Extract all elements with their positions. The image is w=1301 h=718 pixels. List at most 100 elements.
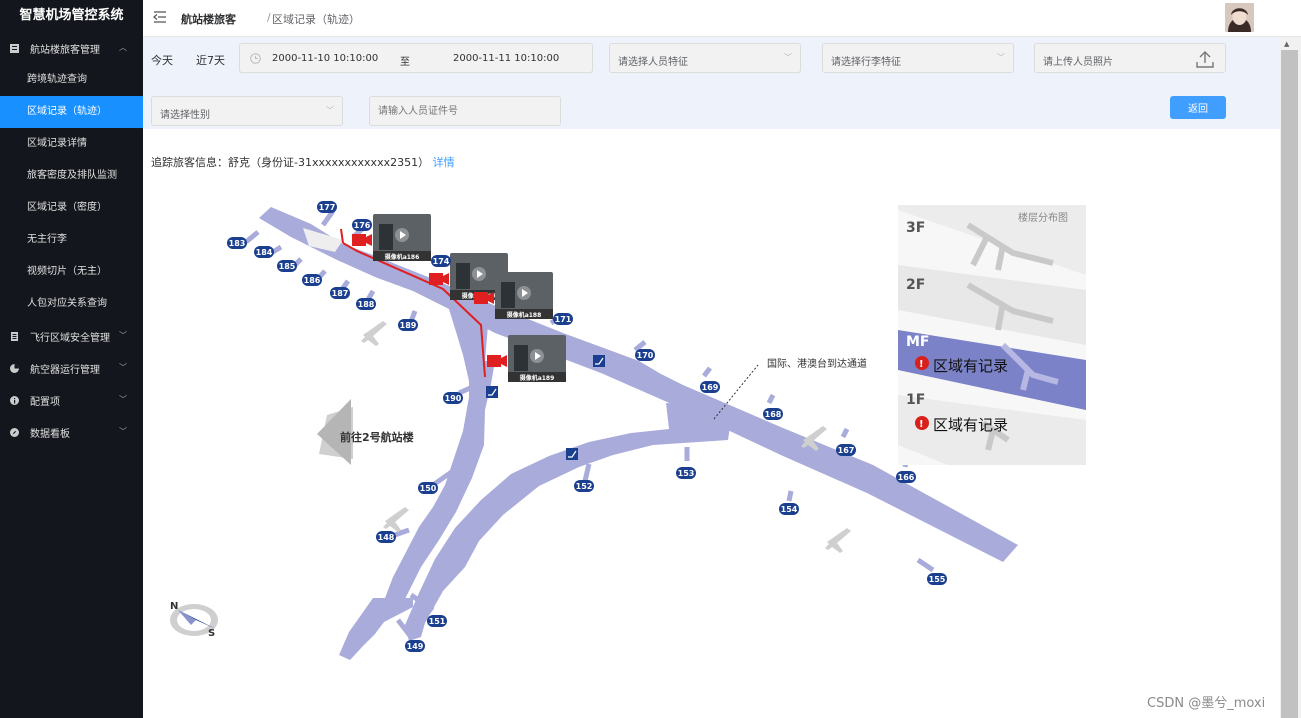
channel-label: 国际、港澳台到达通道 [767, 357, 867, 370]
floor-panel: 楼层分布图 3F 2F MF 1F ! 区域有记录 ! 区域有记录 [898, 205, 1086, 465]
sidebar: 智慧机场管控系统 航站楼旅客管理 ︿ 跨境轨迹查询 区域记录（轨迹） 区域记录详… [0, 0, 143, 718]
gate-badge: 154 [779, 503, 799, 515]
menu-group-aircraft[interactable]: 航空器运行管理 ﹀ [0, 352, 143, 384]
gate-badge: 174 [431, 255, 451, 267]
select-value: 请选择性别 [160, 110, 210, 121]
floor-1f: 1F [906, 392, 925, 408]
quick-7days[interactable]: 近7天 [196, 52, 225, 68]
gate-badge: 153 [676, 467, 696, 479]
gate-badge: 171 [553, 313, 573, 325]
gate-number: 187 [332, 289, 349, 298]
floor-mf: MF [906, 334, 930, 350]
menu-fold-icon[interactable] [153, 10, 167, 24]
escalator-icon [486, 386, 498, 398]
menu-group-terminal[interactable]: 航站楼旅客管理 ︿ [0, 32, 143, 64]
detail-link[interactable]: 详情 [433, 156, 455, 169]
gate-badge: 155 [927, 573, 947, 585]
breadcrumb-current: 区域记录（轨迹） [272, 13, 360, 26]
menu-item-person-luggage[interactable]: 人包对应关系查询 [0, 288, 143, 320]
gate-number: 167 [838, 446, 855, 455]
chevron-down-icon: ﹀ [119, 363, 127, 372]
date-end: 2000-11-11 10:10:00 [453, 53, 560, 64]
gate-badge: 176 [352, 219, 372, 231]
pie-icon [10, 363, 19, 373]
top-bar: 航站楼旅客 / 区域记录（轨迹） [143, 0, 1301, 37]
gate-number: 148 [378, 533, 395, 542]
airplane-icon [825, 528, 851, 553]
svg-text:!: ! [919, 419, 924, 430]
menu-group-flight-safety[interactable]: 飞行区域安全管理 ﹀ [0, 320, 143, 352]
upload-icon[interactable] [1195, 49, 1215, 72]
mf-record-label: 区域有记录 [933, 357, 1008, 375]
scroll-up-icon[interactable]: ▲ [1284, 40, 1289, 48]
person-feature-select[interactable]: 请选择人员特征 ﹀ [609, 43, 801, 73]
camera-label: 摄像机a188 [507, 311, 542, 319]
gate-number: 171 [555, 315, 572, 324]
app-title: 智慧机场管控系统 [19, 8, 124, 23]
camera-label: 摄像机a186 [385, 253, 420, 261]
menu-item-area-record-track[interactable]: 区域记录（轨迹） [0, 96, 143, 128]
gate-number: 190 [445, 394, 462, 403]
tracking-label: 追踪旅客信息：舒克（身份证-31xxxxxxxxxxxx2351） [151, 156, 430, 169]
gate-number: 184 [256, 248, 273, 257]
quick-today[interactable]: 今天 [151, 52, 173, 68]
menu-item-video-clip[interactable]: 视频切片（无主） [0, 256, 143, 288]
gate-number: 188 [358, 300, 375, 309]
gate-badge: 189 [398, 319, 418, 331]
gate-number: 168 [765, 410, 782, 419]
breadcrumb-terminal[interactable]: 航站楼旅客 [181, 11, 236, 27]
gate-number: 151 [429, 617, 446, 626]
airplane-icon [361, 321, 387, 346]
gate-number: 154 [781, 505, 798, 514]
menu-group-config[interactable]: 配置项 ﹀ [0, 384, 143, 416]
compass-north: N [170, 601, 178, 612]
filter-panel: 今天 近7天 2000-11-10 10:10:00 至 2000-11-11 … [143, 37, 1280, 129]
gate-badge: 168 [763, 408, 783, 420]
compass-icon [10, 427, 19, 437]
date-to-label: 至 [400, 57, 410, 68]
luggage-feature-select[interactable]: 请选择行李特征 ﹀ [822, 43, 1014, 73]
menu-item-area-record-density[interactable]: 区域记录（密度） [0, 192, 143, 224]
upload-label: 请上传人员照片 [1043, 57, 1113, 68]
gate-badge: 152 [574, 480, 594, 492]
camera-icon [487, 355, 501, 367]
select-value: 请选择人员特征 [618, 57, 688, 68]
upload-photo-field[interactable]: 请上传人员照片 [1034, 43, 1226, 73]
svg-text:!: ! [919, 359, 924, 370]
chevron-up-icon: ︿ [119, 43, 127, 52]
menu-item-density-queue[interactable]: 旅客密度及排队监测 [0, 160, 143, 192]
breadcrumb-separator: / [267, 11, 271, 24]
id-number-input[interactable] [369, 96, 561, 126]
gate-badge: 190 [443, 392, 463, 404]
gate-number: 177 [319, 203, 336, 212]
gate-number: 155 [929, 575, 946, 584]
gate-badge: 187 [330, 287, 350, 299]
gate-number: 189 [400, 321, 417, 330]
chevron-down-icon: ﹀ [119, 395, 127, 404]
gate-number: 170 [637, 351, 654, 360]
gate-badge: 148 [376, 531, 396, 543]
info-icon [10, 395, 19, 405]
gate-number: 186 [304, 276, 321, 285]
gender-select[interactable]: 请选择性别 ﹀ [151, 96, 343, 126]
avatar[interactable] [1225, 3, 1254, 32]
menu-item-unattended-luggage[interactable]: 无主行李 [0, 224, 143, 256]
gate-number: 185 [279, 262, 296, 271]
scrollbar-thumb[interactable] [1281, 50, 1298, 718]
back-button[interactable]: 返回 [1170, 96, 1226, 119]
document-icon [10, 331, 19, 341]
compass-icon: N S [170, 601, 218, 639]
gate-number: 150 [420, 484, 437, 493]
tracking-info: 追踪旅客信息：舒克（身份证-31xxxxxxxxxxxx2351） 详情 [151, 154, 455, 170]
menu-group-label: 数据看板 [30, 428, 70, 440]
floor-panel-title: 楼层分布图 [1018, 211, 1068, 224]
gate-number: 152 [576, 482, 593, 491]
gate-number: 149 [407, 642, 424, 651]
menu-group-dashboard[interactable]: 数据看板 ﹀ [0, 416, 143, 448]
date-range-picker[interactable]: 2000-11-10 10:10:00 至 2000-11-11 10:10:0… [239, 43, 593, 73]
menu-item-cross-border-track[interactable]: 跨境轨迹查询 [0, 64, 143, 96]
menu-item-area-record-detail[interactable]: 区域记录详情 [0, 128, 143, 160]
gate-badge: 177 [317, 201, 337, 213]
camera-marker[interactable]: 摄像机a189 [487, 335, 566, 382]
gate-badge: 151 [427, 615, 447, 627]
